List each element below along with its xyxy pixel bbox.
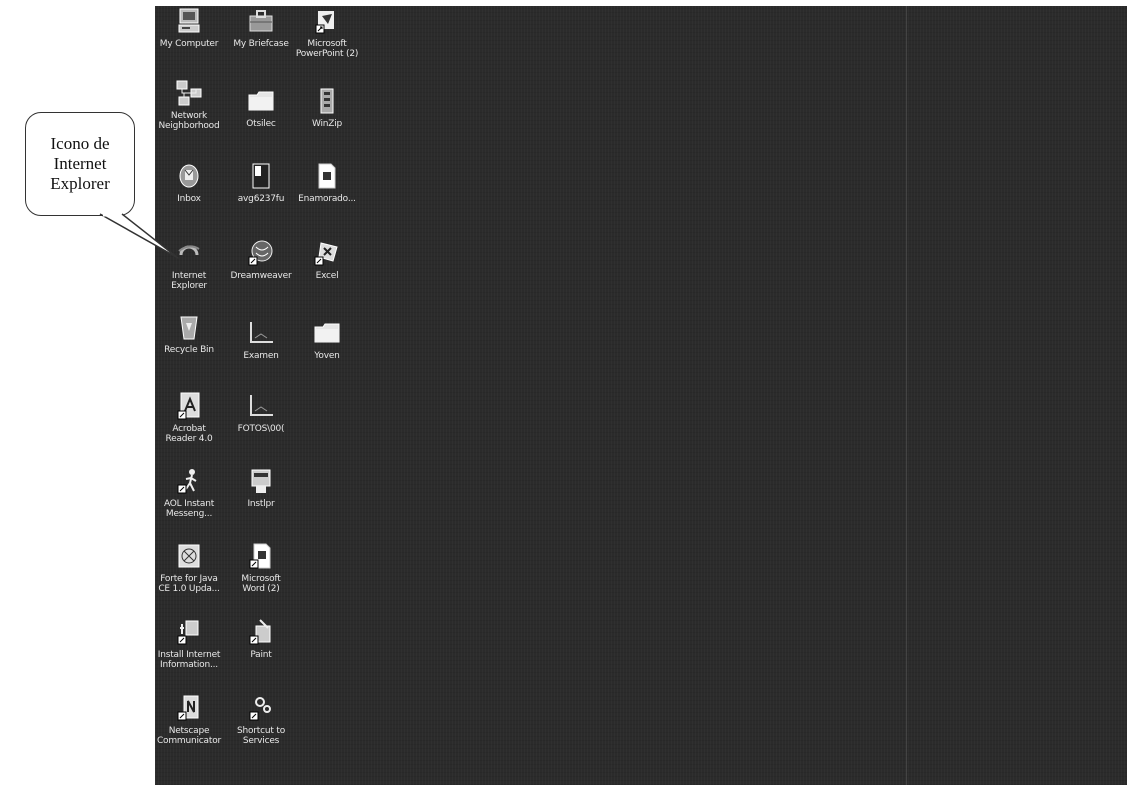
word-shortcut-icon (246, 541, 276, 571)
desktop-icon-install-iis[interactable]: Install Internet Information... (155, 617, 227, 670)
icon-label: WinZip (311, 119, 343, 129)
windows-desktop[interactable]: My Computer My Briefcase Microsoft Power… (155, 6, 1127, 785)
icon-label: Acrobat Reader 4.0 (165, 424, 213, 444)
icon-label: Internet Explorer (171, 271, 207, 291)
desktop-icon-paint[interactable]: Paint (223, 617, 299, 660)
desktop-icon-yoven-folder[interactable]: Yoven (289, 318, 365, 361)
icon-label: Install Internet Information... (157, 650, 221, 670)
desktop-icon-my-computer[interactable]: My Computer (155, 6, 227, 49)
desktop-icon-powerpoint[interactable]: Microsoft PowerPoint (2) (289, 6, 365, 59)
desktop-icon-inbox[interactable]: Inbox (155, 161, 227, 204)
icon-label: AOL Instant Messeng... (163, 499, 215, 519)
screenshot-page: Icono de Internet Explorer My Computer M… (0, 0, 1127, 785)
netscape-shortcut-icon (174, 693, 204, 723)
desktop-icon-aol-instant-messenger[interactable]: AOL Instant Messeng... (155, 466, 227, 519)
internet-explorer-icon (174, 238, 204, 268)
desktop-icon-microsoft-word[interactable]: Microsoft Word (2) (223, 541, 299, 594)
icon-label: avg6237fu (237, 194, 285, 204)
desktop-icon-forte-for-java[interactable]: Forte for Java CE 1.0 Upda... (155, 541, 227, 594)
my-computer-icon (174, 6, 204, 36)
install-iis-shortcut-icon (174, 617, 204, 647)
icon-label: Shortcut to Services (236, 726, 286, 746)
icon-label: Dreamweaver (230, 271, 292, 281)
desktop-icon-otsilec-folder[interactable]: Otsilec (223, 86, 299, 129)
desktop-icon-netscape-communicator[interactable]: Netscape Communicator (155, 693, 227, 746)
annotation-callout: Icono de Internet Explorer (25, 112, 135, 216)
desktop-icon-enamorado[interactable]: Enamorado... (289, 161, 365, 204)
network-neighborhood-icon (174, 78, 204, 108)
excel-shortcut-icon (312, 238, 342, 268)
icon-label: Yoven (314, 351, 340, 361)
installer-program-icon (246, 466, 276, 496)
winzip-icon (312, 86, 342, 116)
desktop-icon-network-neighborhood[interactable]: Network Neighborhood (155, 78, 227, 131)
briefcase-icon (246, 6, 276, 36)
image-file-icon (246, 318, 276, 348)
desktop-icon-recycle-bin[interactable]: Recycle Bin (155, 312, 227, 355)
image-file-icon (246, 391, 276, 421)
icon-label: Netscape Communicator (156, 726, 222, 746)
icon-label: Microsoft PowerPoint (2) (295, 39, 359, 59)
desktop-icon-my-briefcase[interactable]: My Briefcase (223, 6, 299, 49)
desktop-icon-instlpr[interactable]: Instlpr (223, 466, 299, 509)
aim-shortcut-icon (174, 466, 204, 496)
services-shortcut-icon (246, 693, 276, 723)
icon-label: Enamorado... (298, 194, 356, 204)
desktop-icon-excel[interactable]: Excel (289, 238, 365, 281)
desktop-icon-avg6237fu[interactable]: avg6237fu (223, 161, 299, 204)
icon-label: My Briefcase (233, 39, 289, 49)
icon-label: Inbox (177, 194, 201, 204)
paint-shortcut-icon (246, 617, 276, 647)
annotation-text: Icono de Internet Explorer (50, 134, 110, 193)
icon-label: Otsilec (246, 119, 276, 129)
desktop-icon-winzip[interactable]: WinZip (289, 86, 365, 129)
scan-artifact-line (906, 6, 907, 785)
document-file-icon (312, 161, 342, 191)
desktop-icon-acrobat-reader[interactable]: Acrobat Reader 4.0 (155, 391, 227, 444)
icon-label: Examen (243, 351, 279, 361)
inbox-icon (174, 161, 204, 191)
desktop-icon-internet-explorer[interactable]: Internet Explorer (155, 238, 227, 291)
desktop-icon-services-shortcut[interactable]: Shortcut to Services (223, 693, 299, 746)
icon-label: Paint (250, 650, 272, 660)
forte-java-icon (174, 541, 204, 571)
recycle-bin-icon (174, 312, 204, 342)
powerpoint-shortcut-icon (312, 6, 342, 36)
icon-label: FOTOS\00( (237, 424, 285, 434)
icon-label: Microsoft Word (2) (241, 574, 281, 594)
acrobat-reader-shortcut-icon (174, 391, 204, 421)
desktop-icon-dreamweaver[interactable]: Dreamweaver (223, 238, 299, 281)
icon-label: Recycle Bin (164, 345, 214, 355)
icon-label: Network Neighborhood (158, 111, 220, 131)
desktop-icon-examen[interactable]: Examen (223, 318, 299, 361)
folder-icon (312, 318, 342, 348)
icon-label: Excel (315, 271, 339, 281)
dreamweaver-shortcut-icon (246, 238, 276, 268)
icon-label: Forte for Java CE 1.0 Upda... (158, 574, 220, 594)
folder-icon (246, 86, 276, 116)
icon-label: My Computer (159, 39, 219, 49)
desktop-icon-fotos[interactable]: FOTOS\00( (223, 391, 299, 434)
installer-file-icon (246, 161, 276, 191)
icon-label: Instlpr (247, 499, 275, 509)
